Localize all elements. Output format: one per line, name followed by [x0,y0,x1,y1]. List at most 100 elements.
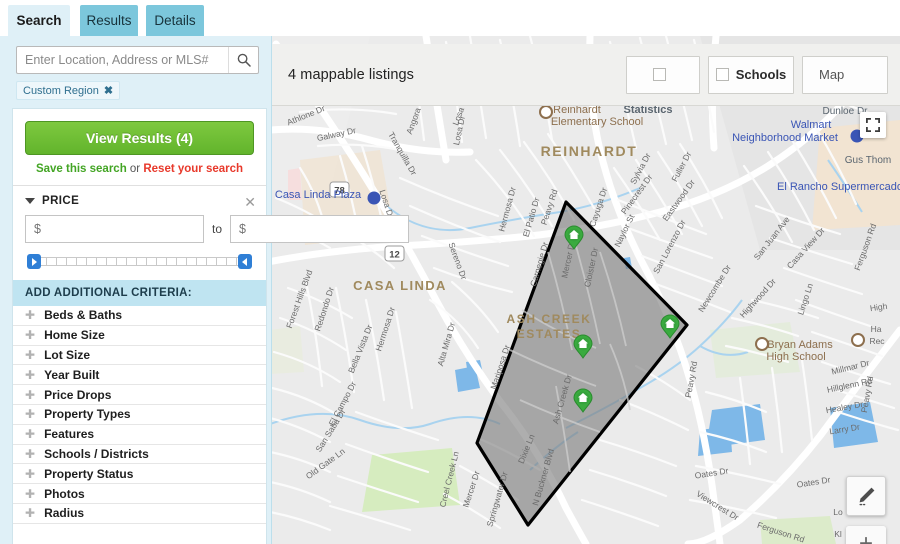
street-label: Kl [834,529,842,539]
criteria-item-home-size[interactable]: ✚ Home Size [13,326,266,346]
app-root: .rd { stroke:#ffffff; fill:none; stroke-… [0,0,900,544]
poi-label: Neighborhood Market [732,132,838,144]
draw-polygon-button[interactable] [846,476,886,516]
toggle-blank-button[interactable] [626,55,700,94]
plus-icon[interactable]: ✚ [25,428,35,440]
search-field-wrapper [16,46,259,74]
checkbox-icon[interactable] [653,68,666,81]
criteria-item-lot-size[interactable]: ✚ Lot Size [13,346,266,366]
neighborhood-label: CASA LINDA [353,278,447,293]
plus-icon[interactable]: ✚ [25,309,35,321]
criteria-item-label: Radius [44,506,85,521]
plus-icon[interactable]: ✚ [25,448,35,460]
criteria-item-price-drops[interactable]: ✚ Price Drops [13,385,266,405]
zoom-in-button[interactable]: + [846,526,886,544]
tab-search[interactable]: Search [8,5,70,36]
slider-track[interactable] [35,257,244,266]
schools-checkbox-icon[interactable] [715,68,729,81]
criteria-item-radius[interactable]: ✚ Radius [13,504,266,524]
criteria-item-label: Year Built [44,367,100,382]
price-title: PRICE [42,195,80,207]
link-separator: or [126,163,144,175]
map-toolbar-buttons: Schools Map [626,55,888,94]
criteria-item-label: Property Status [44,466,134,481]
price-max-input[interactable] [230,215,410,243]
criteria-item-label: Lot Size [44,347,91,362]
view-results-block: View Results (4) Save this search or Res… [13,109,266,185]
plus-icon[interactable]: ✚ [25,468,35,480]
poi-label: Casa Linda Plaza [275,189,362,201]
criteria-item-beds-baths[interactable]: ✚ Beds & Baths [13,306,266,326]
poi-label: Walmart [791,119,832,131]
toggle-schools-label: Schools [735,67,787,82]
search-criteria-card: View Results (4) Save this search or Res… [12,108,410,544]
zoom-controls[interactable]: + − [846,526,886,544]
street-label: Ha [871,324,882,334]
pencil-icon [859,487,875,506]
mappable-listings-count: 4 mappable listings [288,66,415,83]
plus-icon[interactable]: ✚ [25,507,35,519]
search-sidebar: Search Results Details Custom Region [0,0,410,544]
panel-footer-spacer [13,523,266,544]
slider-handle-max[interactable] [238,254,252,269]
price-range-inputs: to [25,215,410,243]
plus-icon[interactable]: ✚ [25,408,35,420]
toggle-schools-button[interactable]: Schools [708,55,794,94]
map-viewport[interactable]: .rd { stroke:#ffffff; fill:none; stroke-… [270,36,900,544]
criteria-item-label: Beds & Baths [44,308,123,323]
neighborhood-label: ASH CREEK [506,312,591,326]
criteria-item-label: Price Drops [44,387,112,402]
save-search-link[interactable]: Save this search [36,163,127,175]
criteria-item-schools-districts[interactable]: ✚ Schools / Districts [13,445,266,465]
chevron-down-icon[interactable] [25,198,35,204]
plus-icon[interactable]: ✚ [25,488,35,500]
criteria-item-label: Features [44,427,95,442]
criteria-item-year-built[interactable]: ✚ Year Built [13,365,266,386]
map-canvas[interactable]: .rd { stroke:#ffffff; fill:none; stroke-… [270,36,900,544]
criteria-item-property-status[interactable]: ✚ Property Status [13,464,266,485]
reset-search-link[interactable]: Reset your search [143,163,243,175]
search-action-links: Save this search or Reset your search [25,163,254,175]
neighborhood-label: ESTATES [517,327,582,341]
view-results-button[interactable]: View Results (4) [25,121,254,155]
criteria-item-label: Home Size [44,328,105,343]
street-label: Rec [869,336,885,346]
price-range-slider[interactable] [27,254,252,269]
map-type-label: Map [819,67,845,82]
poi-label: Bryan Adams [767,339,833,351]
plus-icon[interactable]: ✚ [25,389,35,401]
fullscreen-icon[interactable] [860,112,886,138]
search-input[interactable] [17,53,228,67]
plus-icon[interactable]: ✚ [25,369,35,381]
search-panel: Custom Region ✖ View Results (4) Save th… [0,36,410,544]
poi-label: El Rancho Supermercado [777,181,900,193]
search-icon[interactable] [228,47,258,73]
plus-icon[interactable]: ✚ [25,329,35,341]
criteria-item-label: Property Types [44,407,131,422]
criteria-item-label: Schools / Districts [44,446,149,461]
street-label: Lo [833,507,843,517]
slider-handle-min[interactable] [27,254,41,269]
svg-text:12: 12 [389,250,400,261]
tab-details[interactable]: Details [146,5,204,36]
close-icon[interactable]: ✕ [244,194,256,211]
additional-criteria-header: ADD ADDITIONAL CRITERIA: [13,280,266,306]
tab-results[interactable]: Results [80,5,138,36]
tab-bar: Search Results Details [0,0,272,36]
price-min-input[interactable] [25,215,204,243]
price-section-header: PRICE [25,195,254,207]
poi-label: Gus Thom [845,155,892,166]
custom-region-label: Custom Region [23,84,99,97]
remove-region-icon[interactable]: ✖ [104,84,113,97]
poi-label: High School [766,351,825,363]
neighborhood-label: REINHARDT [541,143,638,159]
map-type-button[interactable]: Map [802,55,888,94]
price-filter-section: PRICE ✕ to [13,185,410,280]
criteria-item-features[interactable]: ✚ Features [13,425,266,445]
custom-region-chip[interactable]: Custom Region ✖ [16,81,121,100]
additional-criteria-list: ✚ Beds & Baths ✚ Home Size ✚ Lot Size ✚ Year Bu… [13,306,266,524]
criteria-item-property-types[interactable]: ✚ Property Types [13,405,266,425]
plus-icon[interactable]: ✚ [25,349,35,361]
location-search-block: Custom Region ✖ [0,36,271,108]
criteria-item-photos[interactable]: ✚ Photos [13,484,266,504]
